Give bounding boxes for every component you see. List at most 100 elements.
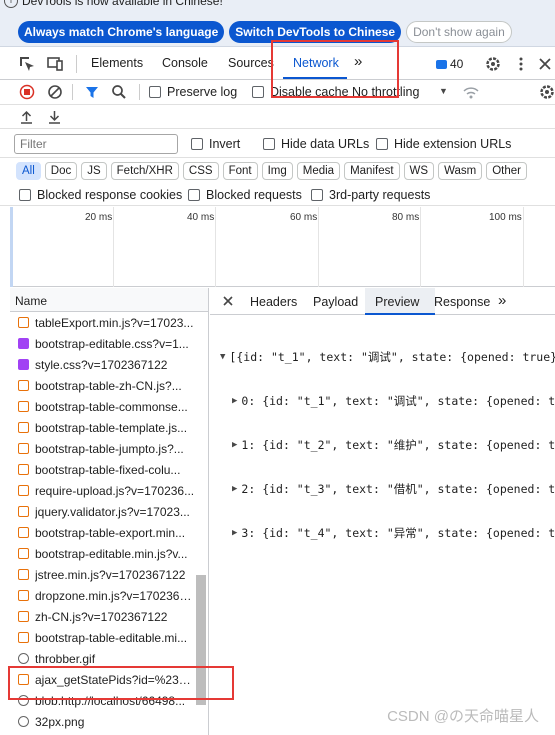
- script-file-icon: [18, 464, 29, 475]
- request-row[interactable]: bootstrap-table-editable.mi...: [10, 627, 208, 648]
- filter-doc[interactable]: Doc: [44, 162, 78, 180]
- tab-elements[interactable]: Elements: [91, 56, 143, 70]
- chevron-down-icon[interactable]: ▼: [439, 86, 448, 96]
- name-column-header[interactable]: Name: [10, 288, 208, 312]
- request-row[interactable]: bootstrap-editable.min.js?v...: [10, 543, 208, 564]
- search-icon[interactable]: [111, 84, 127, 100]
- request-row[interactable]: bootstrap-table-commonse...: [10, 396, 208, 417]
- filter-wasm[interactable]: Wasm: [438, 162, 483, 180]
- filter-css[interactable]: CSS: [182, 162, 219, 180]
- active-details-tab-indicator: [365, 313, 435, 315]
- preview-text: 1: {id: "t_2", text: "维护", state: {opene…: [241, 438, 555, 452]
- filter-fetch-xhr[interactable]: Fetch/XHR: [110, 162, 179, 180]
- network-settings-gear-icon[interactable]: [538, 83, 555, 101]
- request-row[interactable]: require-upload.js?v=170236...: [10, 480, 208, 501]
- filter-funnel-icon[interactable]: [84, 84, 100, 100]
- more-options-icon[interactable]: [512, 55, 530, 73]
- always-match-language-button[interactable]: Always match Chrome's language: [18, 21, 225, 43]
- preview-item-line[interactable]: ▶ 0: {id: "t_1", text: "调试", state: {open…: [220, 393, 555, 409]
- script-file-icon: [18, 632, 29, 643]
- request-name: require-upload.js?v=170236...: [35, 483, 195, 498]
- filter-media[interactable]: Media: [296, 162, 341, 180]
- collapsed-triangle-icon[interactable]: ▶: [232, 484, 237, 494]
- preserve-log-checkbox[interactable]: [149, 86, 161, 98]
- preview-item-line[interactable]: ▶ 1: {id: "t_2", text: "维护", state: {open…: [220, 437, 555, 453]
- filter-js[interactable]: JS: [81, 162, 107, 180]
- tab-sources[interactable]: Sources: [228, 56, 274, 70]
- blocked-requests-checkbox[interactable]: [188, 189, 200, 201]
- settings-gear-icon[interactable]: [484, 55, 502, 73]
- collapsed-triangle-icon[interactable]: ▶: [232, 528, 237, 538]
- filter-other[interactable]: Other: [486, 162, 527, 180]
- dont-show-again-button[interactable]: Don't show again: [406, 21, 512, 43]
- request-row[interactable]: bootstrap-table-export.min...: [10, 522, 208, 543]
- request-row[interactable]: jstree.min.js?v=1702367122: [10, 564, 208, 585]
- inspect-element-icon[interactable]: [18, 55, 36, 73]
- blocked-cookies-checkbox[interactable]: [19, 189, 31, 201]
- request-name: bootstrap-table-jumpto.js?...: [35, 441, 184, 456]
- hide-extension-urls-checkbox[interactable]: [376, 138, 388, 150]
- timeline-gridline: [318, 207, 319, 287]
- network-conditions-icon[interactable]: [462, 83, 480, 101]
- third-party-checkbox[interactable]: [311, 189, 323, 201]
- tab-preview[interactable]: Preview: [375, 295, 419, 309]
- tab-headers[interactable]: Headers: [250, 295, 297, 309]
- filter-img[interactable]: Img: [261, 162, 293, 180]
- script-file-icon: [18, 569, 29, 580]
- tab-payload[interactable]: Payload: [313, 295, 358, 309]
- collapsed-triangle-icon[interactable]: ▶: [232, 440, 237, 450]
- network-timeline-overview[interactable]: 20 ms 40 ms 60 ms 80 ms 100 ms: [10, 207, 555, 287]
- issues-badge[interactable]: 40: [436, 57, 463, 71]
- invert-checkbox[interactable]: [191, 138, 203, 150]
- request-row[interactable]: tableExport.min.js?v=17023...: [10, 312, 208, 333]
- filter-all[interactable]: All: [16, 162, 41, 180]
- request-name: bootstrap-table-template.js...: [35, 420, 188, 435]
- request-row[interactable]: style.css?v=1702367122: [10, 354, 208, 375]
- filter-ws[interactable]: WS: [403, 162, 435, 180]
- close-details-icon[interactable]: [222, 295, 234, 307]
- request-row[interactable]: bootstrap-table-jumpto.js?...: [10, 438, 208, 459]
- timeline-label: 20 ms: [85, 212, 113, 223]
- infobar-message: DevTools is now available in Chinese!: [22, 0, 223, 8]
- request-row[interactable]: bootstrap-table-fixed-colu...: [10, 459, 208, 480]
- collapsed-triangle-icon[interactable]: ▶: [232, 396, 237, 406]
- request-row[interactable]: dropzone.min.js?v=1702367...: [10, 585, 208, 606]
- request-name: bootstrap-table-commonse...: [35, 399, 188, 414]
- script-file-icon: [18, 317, 29, 328]
- filter-font[interactable]: Font: [222, 162, 258, 180]
- close-devtools-icon[interactable]: [536, 55, 554, 73]
- request-name: jstree.min.js?v=1702367122: [35, 567, 186, 582]
- json-preview: ▼ [{id: "t_1", text: "调试", state: {opened…: [210, 315, 555, 569]
- record-stop-icon[interactable]: [19, 84, 35, 100]
- expanded-triangle-icon[interactable]: ▼: [220, 352, 225, 362]
- more-details-tabs-icon[interactable]: »: [498, 292, 506, 309]
- device-toolbar-icon[interactable]: [46, 55, 64, 73]
- tab-console[interactable]: Console: [162, 56, 208, 70]
- timeline-label: 60 ms: [290, 212, 318, 223]
- export-har-icon[interactable]: [47, 109, 62, 124]
- tab-response[interactable]: Response: [434, 295, 490, 309]
- resource-type-filters: All Doc JS Fetch/XHR CSS Font Img Media …: [16, 162, 527, 180]
- preview-root-line[interactable]: ▼ [{id: "t_1", text: "调试", state: {opened…: [220, 349, 555, 365]
- disable-cache-checkbox[interactable]: [252, 86, 264, 98]
- blocked-filters-row: Blocked response cookies Blocked request…: [0, 184, 555, 206]
- preview-item-line[interactable]: ▶ 3: {id: "t_4", text: "异常", state: {open…: [220, 525, 555, 541]
- filter-input[interactable]: [14, 134, 178, 154]
- request-name: jquery.validator.js?v=17023...: [35, 504, 190, 519]
- invert-label: Invert: [209, 137, 241, 151]
- request-highlight: [8, 666, 234, 700]
- import-har-icon[interactable]: [19, 109, 34, 124]
- clear-icon[interactable]: [47, 84, 63, 100]
- request-row[interactable]: jquery.validator.js?v=17023...: [10, 501, 208, 522]
- hide-data-urls-checkbox[interactable]: [263, 138, 275, 150]
- request-row[interactable]: bootstrap-table-zh-CN.js?...: [10, 375, 208, 396]
- info-icon: i: [4, 0, 18, 8]
- request-row[interactable]: 32px.png: [10, 711, 208, 732]
- request-row[interactable]: zh-CN.js?v=1702367122: [10, 606, 208, 627]
- filter-manifest[interactable]: Manifest: [344, 162, 400, 180]
- request-row[interactable]: bootstrap-editable.css?v=1...: [10, 333, 208, 354]
- script-file-icon: [18, 485, 29, 496]
- preview-item-line[interactable]: ▶ 2: {id: "t_3", text: "借机", state: {open…: [220, 481, 555, 497]
- request-row[interactable]: bootstrap-table-template.js...: [10, 417, 208, 438]
- request-name: bootstrap-table-zh-CN.js?...: [35, 378, 182, 393]
